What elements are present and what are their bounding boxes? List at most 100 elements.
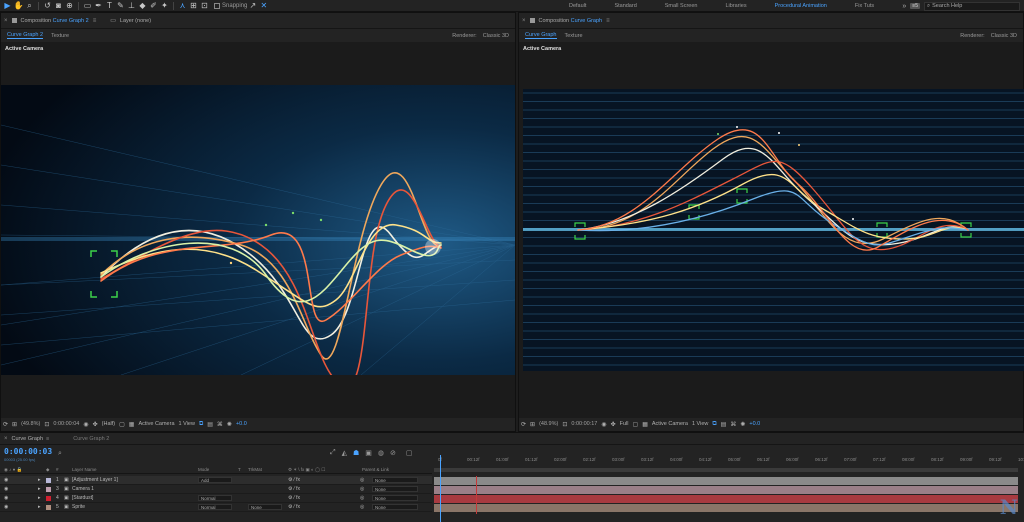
layer-name[interactable]: [Stardust] bbox=[72, 495, 93, 501]
snapshot-icon[interactable]: ◉ bbox=[83, 421, 88, 428]
workspace-libraries[interactable]: Libraries bbox=[711, 3, 760, 9]
pen-tool-icon[interactable]: ✒ bbox=[93, 0, 104, 11]
view-layout-dropdown[interactable]: 1 View bbox=[179, 421, 195, 427]
view-layout-dropdown[interactable]: 1 View bbox=[692, 421, 708, 427]
search-help-input[interactable]: ⌕ Search Help bbox=[924, 1, 1020, 11]
view-dropdown[interactable]: Active Camera bbox=[652, 421, 688, 427]
safe-zones-icon[interactable]: ⊡ bbox=[562, 421, 567, 428]
layer-duration-bar[interactable] bbox=[434, 494, 1018, 503]
switches-icon[interactable]: ⚙ ⁄ fx bbox=[288, 477, 300, 483]
crumb-curve-graph-2[interactable]: Curve Graph 2 bbox=[7, 32, 44, 39]
reset-exposure-icon[interactable]: ✺ bbox=[227, 421, 232, 428]
transparency-grid-icon[interactable]: ▦ bbox=[129, 421, 135, 428]
always-preview-icon[interactable]: ⟳ bbox=[521, 421, 526, 428]
camera-tool-icon[interactable]: ◙ bbox=[53, 0, 64, 11]
close-icon[interactable]: × bbox=[4, 18, 8, 24]
lock-icon[interactable]: ▭ bbox=[110, 17, 116, 24]
reset-exposure-icon[interactable]: ✺ bbox=[740, 421, 745, 428]
grid-icon[interactable]: ⊞ bbox=[530, 421, 535, 428]
flowchart-icon[interactable]: ⌘ bbox=[217, 421, 223, 428]
layer-row[interactable]: ◉ ▸ 4 ▣ [Stardust] Normal ⚙ ⁄ fx ◎ None bbox=[0, 494, 432, 503]
magnification-dropdown[interactable]: (48.9%) bbox=[539, 421, 558, 427]
world-axis-icon[interactable]: ⊞ bbox=[188, 0, 199, 11]
visibility-eye-icon[interactable]: ◉ bbox=[4, 495, 8, 501]
layer-duration-bar[interactable] bbox=[434, 476, 1018, 485]
resolution-dropdown[interactable]: (Half) bbox=[102, 421, 115, 427]
workspace-menu-badge[interactable]: ≡5 bbox=[910, 3, 920, 9]
layer-row[interactable]: ◉ ▸ 5 ▣ Sprite Normal None ⚙ ⁄ fx ◎ None bbox=[0, 503, 432, 512]
timeline-toggle-icon[interactable]: ▤ bbox=[207, 421, 213, 428]
graph-editor-icon[interactable]: ⊘ bbox=[390, 449, 396, 457]
draft-3d-icon[interactable]: ◭ bbox=[342, 449, 347, 457]
pickwhip-icon[interactable]: ◎ bbox=[360, 504, 364, 510]
region-of-interest-icon[interactable]: ▢ bbox=[119, 421, 125, 428]
current-time-display[interactable]: 0:00:00:04 bbox=[53, 421, 79, 427]
rotate-tool-icon[interactable]: ↺ bbox=[42, 0, 53, 11]
blend-mode-dropdown[interactable]: Normal bbox=[198, 495, 232, 501]
current-time-display[interactable]: 0:00:00:17 bbox=[571, 421, 597, 427]
grid-icon[interactable]: ⊞ bbox=[12, 421, 17, 428]
safe-zones-icon[interactable]: ⊡ bbox=[44, 421, 49, 428]
layer-row[interactable]: ◉ ▸ 1 ▣ [Adjustment Layer 1] Add ⚙ ⁄ fx ◎ None bbox=[0, 476, 432, 485]
layer-name[interactable]: Camera 1 bbox=[72, 486, 94, 492]
motion-blur-icon[interactable]: ◍ bbox=[378, 449, 384, 457]
magnification-dropdown[interactable]: (49.8%) bbox=[21, 421, 40, 427]
timeline-tab-curve-graph-2[interactable]: Curve Graph 2 bbox=[73, 436, 109, 442]
always-preview-icon[interactable]: ⟳ bbox=[3, 421, 8, 428]
parent-dropdown[interactable]: None bbox=[372, 504, 418, 510]
switches-icon[interactable]: ⚙ ⁄ fx bbox=[288, 495, 300, 501]
flowchart-icon[interactable]: ⌘ bbox=[730, 421, 736, 428]
timeline-tab-curve-graph[interactable]: Curve Graph ≡ bbox=[12, 436, 50, 442]
renderer-info[interactable]: Renderer: Classic 3D bbox=[960, 33, 1017, 39]
layer-name[interactable]: Sprite bbox=[72, 504, 85, 510]
crumb-texture[interactable]: Texture bbox=[51, 33, 69, 39]
workspace-default[interactable]: Default bbox=[555, 3, 600, 9]
workspace-fix-tuts[interactable]: Fix Tuts bbox=[841, 3, 888, 9]
fast-previews-icon[interactable]: ⧉ bbox=[712, 421, 716, 428]
label-color-swatch[interactable] bbox=[46, 477, 51, 483]
view-dropdown[interactable]: Active Camera bbox=[138, 421, 174, 427]
local-axis-icon[interactable]: ⋏ bbox=[177, 0, 188, 11]
panel-menu-icon[interactable]: ≡ bbox=[93, 18, 97, 24]
pickwhip-icon[interactable]: ◎ bbox=[360, 495, 364, 501]
snap-grid-icon[interactable]: ✕ bbox=[258, 0, 269, 11]
hide-shy-icon[interactable]: ☗ bbox=[353, 449, 359, 457]
layer-row[interactable]: ◉ ▸ 3 ▣ Camera 1 ⚙ ⁄ fx ◎ None bbox=[0, 485, 432, 494]
frame-blending-icon[interactable]: ▣ bbox=[365, 449, 372, 457]
visibility-eye-icon[interactable]: ◉ bbox=[4, 477, 8, 483]
renderer-info[interactable]: Renderer: Classic 3D bbox=[452, 33, 509, 39]
eraser-tool-icon[interactable]: ◆ bbox=[137, 0, 148, 11]
close-icon[interactable]: × bbox=[522, 18, 526, 24]
work-area-bar[interactable] bbox=[434, 468, 1018, 472]
region-of-interest-icon[interactable]: ▢ bbox=[633, 421, 639, 428]
pickwhip-icon[interactable]: ◎ bbox=[360, 486, 364, 492]
pickwhip-icon[interactable]: ◎ bbox=[360, 477, 364, 483]
render-icon[interactable]: ▢ bbox=[406, 449, 413, 457]
resolution-dropdown[interactable]: Full bbox=[620, 421, 629, 427]
crumb-texture[interactable]: Texture bbox=[565, 33, 583, 39]
viewer-right[interactable]: Active Camera bbox=[519, 42, 1024, 418]
more-workspaces-button[interactable]: » bbox=[902, 3, 906, 10]
exposure-value[interactable]: +0.0 bbox=[236, 421, 247, 427]
expand-triangle-icon[interactable]: ▸ bbox=[38, 495, 41, 501]
brush-tool-icon[interactable]: ✎ bbox=[115, 0, 126, 11]
comp-flowchart-icon[interactable]: ⤢ bbox=[330, 449, 336, 457]
parent-dropdown[interactable]: None bbox=[372, 486, 418, 492]
layer-search-icon[interactable]: ⌕ bbox=[58, 450, 62, 458]
snap-options-icon[interactable]: ↗ bbox=[247, 0, 258, 11]
composition-tab-title[interactable]: Composition Curve Graph bbox=[539, 18, 603, 24]
crumb-curve-graph[interactable]: Curve Graph bbox=[525, 32, 557, 39]
layer-name[interactable]: [Adjustment Layer 1] bbox=[72, 477, 118, 483]
composition-tab-title[interactable]: Composition Curve Graph 2 bbox=[21, 18, 89, 24]
workspace-small-screen[interactable]: Small Screen bbox=[651, 3, 712, 9]
timeline-toggle-icon[interactable]: ▤ bbox=[721, 421, 727, 428]
label-color-swatch[interactable] bbox=[46, 495, 51, 501]
viewer-left[interactable]: Active Camera bbox=[1, 42, 515, 418]
track-matte-dropdown[interactable]: None bbox=[248, 504, 282, 510]
exposure-value[interactable]: +0.0 bbox=[749, 421, 760, 427]
type-tool-icon[interactable]: T bbox=[104, 0, 115, 11]
expand-triangle-icon[interactable]: ▸ bbox=[38, 486, 41, 492]
snapping-toggle[interactable]: Snapping bbox=[214, 2, 247, 9]
view-axis-icon[interactable]: ⊡ bbox=[199, 0, 210, 11]
parent-dropdown[interactable]: None bbox=[372, 477, 418, 483]
